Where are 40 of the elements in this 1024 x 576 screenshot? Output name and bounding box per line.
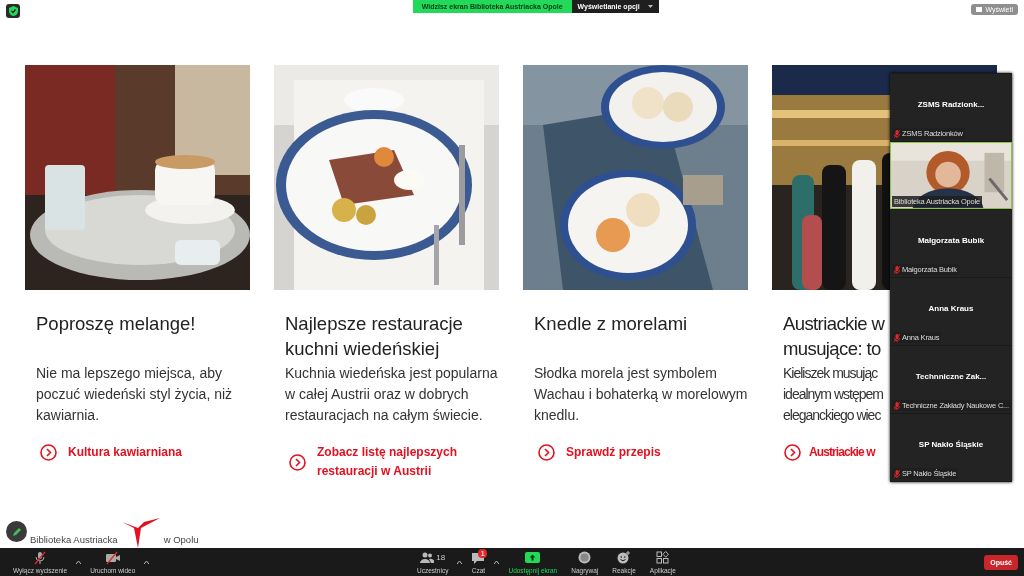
- participant-name: Anna Kraus: [928, 304, 974, 313]
- pencil-button[interactable]: [6, 521, 27, 542]
- record-icon: [578, 551, 592, 564]
- unread-badge: 1: [478, 549, 487, 558]
- card-text: Słodka morela jest symbolem Wachau i bohaterką w morelowym knedlu.: [534, 364, 748, 425]
- card-title: Najlepsze restauracje kuchni wiedeńskiej: [285, 312, 464, 361]
- footer-text: w Opolu: [163, 534, 199, 545]
- chevron-circle-icon: [538, 444, 555, 461]
- window-icon: [976, 7, 983, 12]
- apps-icon: [656, 551, 670, 564]
- participant-name: ZSMS Radzionk...: [917, 100, 985, 109]
- pencil-icon: [11, 526, 22, 537]
- participant-name: SP Nakło Śląskie: [918, 440, 984, 449]
- caret-icon: [647, 5, 653, 8]
- footer-text: Biblioteka Austriacka: [30, 534, 118, 545]
- mic-muted-icon: [33, 550, 48, 565]
- share-screen-icon: [525, 552, 541, 563]
- people-icon: [420, 551, 435, 564]
- chevron-circle-icon: [40, 444, 57, 461]
- card-link[interactable]: Sprawdź przepis: [566, 443, 661, 462]
- participant-count: 18: [436, 553, 446, 562]
- card-text: Kuchnia wiedeńska jest popularna w całej Austrii oraz w dobrych restauracjach na całym świecie.: [285, 364, 499, 425]
- participant-name: Małgorzata Bubik: [917, 236, 985, 245]
- chevron-circle-icon: [784, 444, 801, 461]
- card-link[interactable]: Kultura kawiarniana: [68, 443, 183, 462]
- card-title: musujące: to: [783, 337, 881, 361]
- card-link[interactable]: Austriackie w: [809, 443, 875, 462]
- card-text: Nie ma lepszego miejsca, aby poczuć wiedeński styl życia, niż kawiarnia.: [36, 364, 234, 425]
- card-text: eleganckiego wiec: [783, 406, 881, 425]
- shield-icon: [6, 4, 20, 18]
- card-text: Kieliszek musując: [783, 364, 878, 383]
- card-link[interactable]: Zobacz listę najlepszych restauracji w Austrii: [317, 443, 499, 481]
- smiley-icon: [617, 551, 632, 564]
- card-title: Austriackie w: [783, 312, 885, 336]
- participant-name: Technniczne Zak...: [915, 372, 987, 381]
- card-title: Knedle z morelami: [534, 312, 689, 336]
- card-title: Poproszę melange!: [36, 312, 197, 336]
- video-off-icon: [104, 550, 121, 565]
- card-text: idealnym wstępem: [783, 385, 883, 404]
- chevron-circle-icon: [289, 453, 306, 471]
